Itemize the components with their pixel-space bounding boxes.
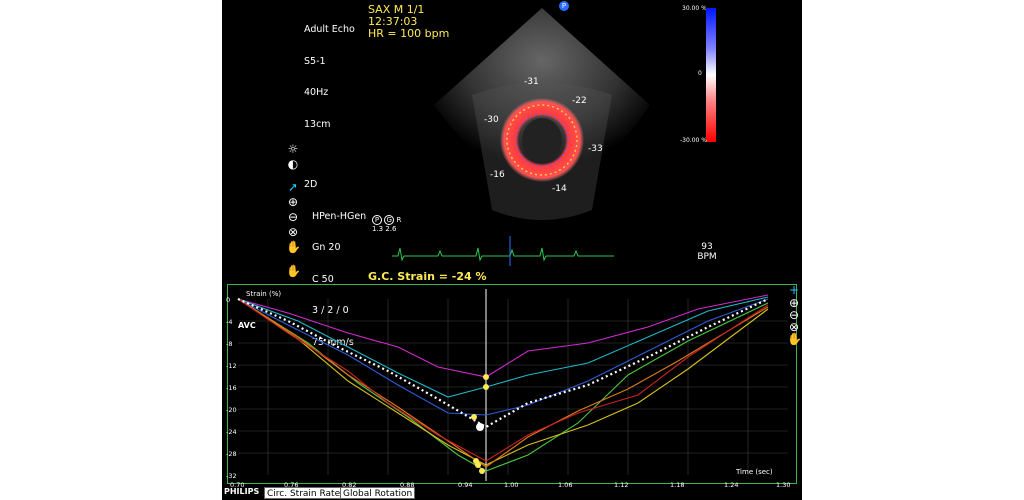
ultrasound-sector bbox=[434, 8, 650, 220]
y-tick: -20 bbox=[226, 406, 237, 414]
plot-hand-icon[interactable]: ✋ bbox=[787, 332, 802, 346]
tab-circ-strain-rate[interactable]: Circ. Strain Rate bbox=[264, 487, 344, 499]
avc-label: AVC bbox=[238, 321, 256, 330]
preset-text: HPen-HGen bbox=[312, 210, 367, 222]
plot-add-icon[interactable]: + bbox=[787, 283, 801, 297]
reset-icon[interactable]: ⊗ bbox=[286, 225, 300, 239]
p-label: P bbox=[372, 215, 382, 225]
probe-orientation-icon: P bbox=[559, 1, 569, 11]
segment-label-inferior: -14 bbox=[552, 184, 567, 194]
frequency-text: 40Hz bbox=[304, 87, 329, 98]
x-tick: 0.94 bbox=[458, 481, 473, 489]
y-tick: -16 bbox=[226, 384, 237, 392]
plot-ylabel: Strain (%) bbox=[246, 290, 282, 298]
contrast-icon[interactable]: ◐ bbox=[286, 157, 300, 171]
depth-text: 13cm bbox=[304, 118, 331, 130]
zoom-out-icon[interactable]: ⊖ bbox=[286, 210, 300, 224]
zoom-in-icon[interactable]: ⊕ bbox=[286, 195, 300, 209]
time-axis-label: Time (sec) bbox=[736, 468, 773, 476]
tab-global-rotation[interactable]: Global Rotation bbox=[340, 487, 416, 499]
y-tick: 0 bbox=[226, 296, 231, 304]
heart-rate: 93 BPM bbox=[692, 242, 722, 262]
strain-plot bbox=[227, 284, 797, 484]
mode-text: Adult Echo bbox=[304, 24, 355, 35]
hand-pan-icon[interactable]: ✋ bbox=[286, 264, 301, 278]
y-tick: -32 bbox=[226, 472, 237, 480]
y-tick: -8 bbox=[226, 340, 233, 348]
dimension-text: 2D bbox=[304, 179, 318, 190]
r-label: R bbox=[396, 216, 402, 224]
x-tick: 1.18 bbox=[670, 481, 685, 489]
x-tick: 1.12 bbox=[614, 481, 629, 489]
x-tick: 1.30 bbox=[776, 481, 791, 489]
echo-viewer: Adult Echo S5-1 40Hz 13cm 2D HPen-HGen G… bbox=[222, 0, 802, 500]
heart-rate-value: 93 bbox=[701, 242, 713, 252]
segment-label-anterolateral: -22 bbox=[572, 96, 587, 106]
segment-label-inferolateral: -33 bbox=[588, 144, 603, 154]
pointer-icon[interactable]: ➚ bbox=[286, 180, 300, 194]
heart-rate-unit: BPM bbox=[697, 252, 717, 262]
colorbar-top-label: 30.00 % bbox=[682, 5, 707, 12]
hand-icon[interactable]: ✋ bbox=[286, 240, 301, 254]
g-label: G bbox=[384, 215, 395, 225]
pgr-values: 1.3 2.6 bbox=[372, 225, 397, 233]
probe-text: S5-1 bbox=[304, 55, 326, 67]
brand-label: PHILIPS bbox=[224, 487, 260, 496]
strain-title: G.C. Strain = -24 % bbox=[368, 270, 487, 283]
pgr-indicator: P G R 1.3 2.6 bbox=[372, 215, 401, 233]
x-tick: 1.24 bbox=[724, 481, 739, 489]
y-tick: -28 bbox=[226, 450, 237, 458]
segment-label-anterior: -31 bbox=[524, 77, 539, 87]
strain-colorbar bbox=[706, 8, 716, 142]
gain-text: Gn 20 bbox=[312, 242, 341, 253]
ecg-trace bbox=[392, 236, 614, 266]
y-tick: -12 bbox=[226, 362, 237, 370]
segment-label-inferoseptal: -16 bbox=[490, 170, 505, 180]
brightness-icon[interactable]: ☼ bbox=[286, 142, 300, 156]
y-tick: -4 bbox=[226, 318, 233, 326]
colorbar-mid-label: 0 bbox=[698, 70, 702, 77]
colorbar-bottom-label: -30.00 % bbox=[680, 137, 707, 144]
x-tick: 1.06 bbox=[558, 481, 573, 489]
x-tick: 1.00 bbox=[504, 481, 519, 489]
segment-label-anteroseptal: -30 bbox=[484, 115, 499, 125]
y-tick: -24 bbox=[226, 428, 237, 436]
strain-plot-svg bbox=[237, 289, 788, 481]
